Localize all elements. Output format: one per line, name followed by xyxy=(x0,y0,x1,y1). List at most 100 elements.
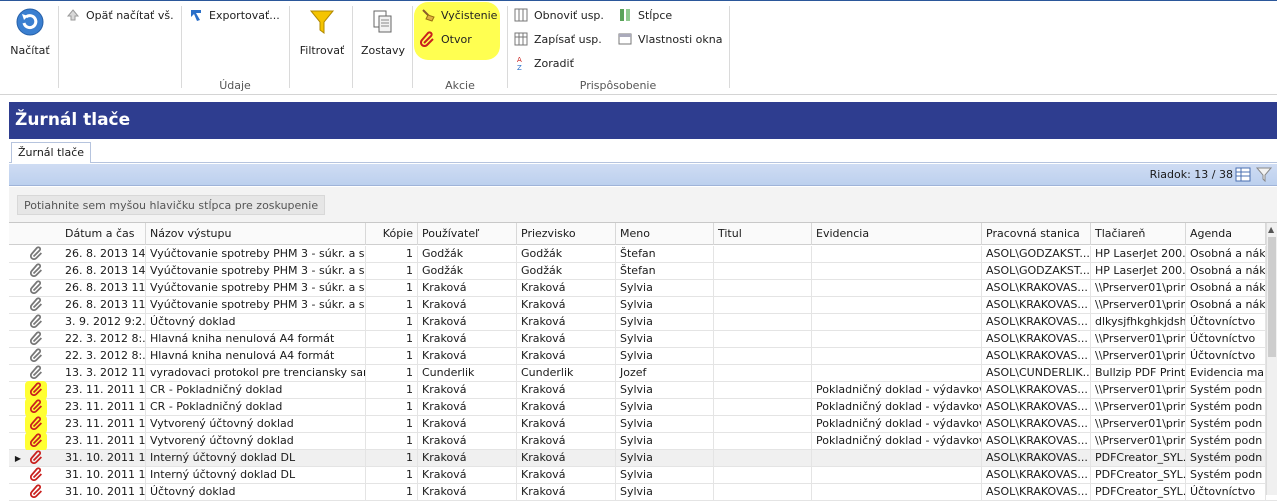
row-indicator[interactable] xyxy=(9,280,27,297)
header-col-printer[interactable]: Tlačiareň xyxy=(1091,223,1186,245)
table-row[interactable]: 3. 9. 2012 9:2... Účtovný doklad 1 Kraková K… xyxy=(9,314,1277,331)
table-row[interactable]: 22. 3. 2012 8:... Hlavná kniha nenulová A… xyxy=(9,331,1277,348)
cell-surname: Kraková xyxy=(517,433,616,450)
row-indicator[interactable] xyxy=(9,365,27,382)
red-paperclip-icon[interactable] xyxy=(29,467,45,484)
table-row[interactable]: 26. 8. 2013 11...Vyúčtovanie spotreby PH… xyxy=(9,280,1277,297)
scroll-up-icon[interactable]: ▲ xyxy=(1268,225,1274,234)
table-row[interactable]: 23. 11. 2011 1...CR - Pokladničný doklad… xyxy=(9,381,1277,400)
group-by-area[interactable]: Potiahnite sem myšou hlavičku stĺpca pre… xyxy=(9,187,1277,222)
cell-agenda: Osobná a nák xyxy=(1186,246,1266,263)
row-indicator[interactable] xyxy=(9,331,27,348)
header-col-date[interactable]: Dátum a čas xyxy=(61,223,146,245)
cell-agenda: Účtovníctvo xyxy=(1186,348,1266,365)
header-col-output-name[interactable]: Názov výstupu xyxy=(146,223,366,245)
table-row[interactable]: 26. 8. 2013 11...Vyúčtovanie spotreby PH… xyxy=(9,297,1277,314)
cell-workstation: ASOL\GODZAKST... xyxy=(982,246,1091,263)
cell-user: Kraková xyxy=(418,416,517,433)
row-indicator[interactable] xyxy=(9,484,27,501)
cell-workstation: ASOL\KRAKOVAS... xyxy=(982,399,1091,416)
cell-title xyxy=(714,433,812,450)
cell-printer: \\Prserver01\print... xyxy=(1091,416,1186,433)
paperclip-icon[interactable] xyxy=(29,280,45,297)
cell-evidence xyxy=(812,246,982,263)
red-paperclip-icon[interactable] xyxy=(25,381,47,400)
cell-copies: 1 xyxy=(366,263,418,280)
table-row[interactable]: 31. 10. 2011 1...Účtovný doklad1KrakováK… xyxy=(9,484,1277,501)
table-row[interactable]: 26. 8. 2013 14...Vyúčtovanie spotreby PH… xyxy=(9,263,1277,280)
row-indicator[interactable] xyxy=(9,297,27,314)
grid-layout-icon[interactable] xyxy=(1235,167,1251,185)
header-col-surname[interactable]: Priezvisko xyxy=(517,223,616,245)
cell-first-name: Sylvia xyxy=(616,297,714,314)
table-row[interactable]: 31. 10. 2011 1...Interný účtovný doklad … xyxy=(9,467,1277,484)
cell-agenda: Účtovníctvo xyxy=(1186,331,1266,348)
scroll-thumb[interactable] xyxy=(1268,237,1276,357)
header-col-first-name[interactable]: Meno xyxy=(616,223,714,245)
paperclip-icon[interactable] xyxy=(29,348,45,365)
cell-user: Kraková xyxy=(418,433,517,450)
cell-title xyxy=(714,348,812,365)
current-row-arrow-icon[interactable]: ▶ xyxy=(9,450,27,467)
row-indicator[interactable] xyxy=(9,263,27,280)
cell-printer: PDFCreator_SYL... xyxy=(1091,484,1186,501)
row-indicator[interactable] xyxy=(9,314,27,331)
cell-evidence xyxy=(812,365,982,382)
vertical-scrollbar[interactable]: ▲ xyxy=(1266,223,1277,495)
print-journal-grid: Dátum a čas Názov výstupu Kópie Používateľ P… xyxy=(9,222,1277,501)
ribbon-separator xyxy=(729,6,730,88)
header-col-agenda[interactable]: Agenda xyxy=(1186,223,1266,245)
paperclip-icon[interactable] xyxy=(29,365,45,382)
red-paperclip-icon[interactable] xyxy=(25,432,47,451)
load-button[interactable]: Načítať xyxy=(4,6,56,57)
cell-surname: Kraková xyxy=(517,484,616,501)
paperclip-icon[interactable] xyxy=(29,246,45,263)
table-row[interactable]: 23. 11. 2011 1...Vytvorený účtovný dokla… xyxy=(9,415,1277,434)
cell-first-name: Sylvia xyxy=(616,416,714,433)
header-col-workstation[interactable]: Pracovná stanica xyxy=(982,223,1091,245)
cell-output-name: Účtovný doklad xyxy=(146,484,366,501)
cell-user: Kraková xyxy=(418,297,517,314)
row-indicator[interactable] xyxy=(9,467,27,484)
cell-surname: Kraková xyxy=(517,280,616,297)
header-col-evidence[interactable]: Evidencia xyxy=(812,223,982,245)
cell-printer: \\Prserver01\print... xyxy=(1091,382,1186,399)
paperclip-icon[interactable] xyxy=(29,331,45,348)
header-col-user[interactable]: Používateľ xyxy=(418,223,517,245)
cell-surname: Kraková xyxy=(517,416,616,433)
header-col-copies[interactable]: Kópie xyxy=(366,223,418,245)
paperclip-icon[interactable] xyxy=(29,297,45,314)
table-row[interactable]: 22. 3. 2012 8:... Hlavná kniha nenulová A… xyxy=(9,348,1277,365)
filter-funnel-icon[interactable] xyxy=(1255,167,1273,185)
cell-title xyxy=(714,365,812,382)
paperclip-icon[interactable] xyxy=(29,263,45,280)
red-paperclip-icon[interactable] xyxy=(29,450,45,467)
table-row[interactable]: 23. 11. 2011 1...CR - Pokladničný doklad… xyxy=(9,398,1277,417)
cell-first-name: Sylvia xyxy=(616,467,714,484)
red-paperclip-icon[interactable] xyxy=(25,415,47,434)
cell-printer: \\Prserver01\print... xyxy=(1091,348,1186,365)
cell-agenda: Evidencia ma xyxy=(1186,365,1266,382)
header-col-title[interactable]: Titul xyxy=(714,223,812,245)
cell-copies: 1 xyxy=(366,433,418,450)
cell-date: 31. 10. 2011 1... xyxy=(61,467,146,484)
table-row[interactable]: 23. 11. 2011 1...Vytvorený účtovný dokla… xyxy=(9,432,1277,451)
row-indicator[interactable] xyxy=(9,246,27,263)
cell-evidence: Pokladničný doklad - výdavkový xyxy=(812,416,982,433)
tab-print-journal[interactable]: Žurnál tlače xyxy=(11,142,92,163)
cell-first-name: Štefan xyxy=(616,263,714,280)
row-indicator[interactable] xyxy=(9,348,27,365)
cell-surname: Godžák xyxy=(517,246,616,263)
table-row[interactable]: 13. 3. 2012 11...vyradovaci protokol pre… xyxy=(9,365,1277,382)
red-paperclip-icon[interactable] xyxy=(29,484,45,501)
paperclip-icon[interactable] xyxy=(29,314,45,331)
cell-title xyxy=(714,331,812,348)
group-data: Údaje xyxy=(58,2,412,94)
red-paperclip-icon[interactable] xyxy=(25,398,47,417)
cell-title xyxy=(714,484,812,501)
table-row[interactable]: ▶ 31. 10. 2011 1...Interný účtovný doklad… xyxy=(9,450,1277,467)
cell-user: Godžák xyxy=(418,263,517,280)
cell-first-name: Sylvia xyxy=(616,484,714,501)
cell-first-name: Sylvia xyxy=(616,399,714,416)
table-row[interactable]: 26. 8. 2013 14...Vyúčtovanie spotreby PH… xyxy=(9,246,1277,263)
